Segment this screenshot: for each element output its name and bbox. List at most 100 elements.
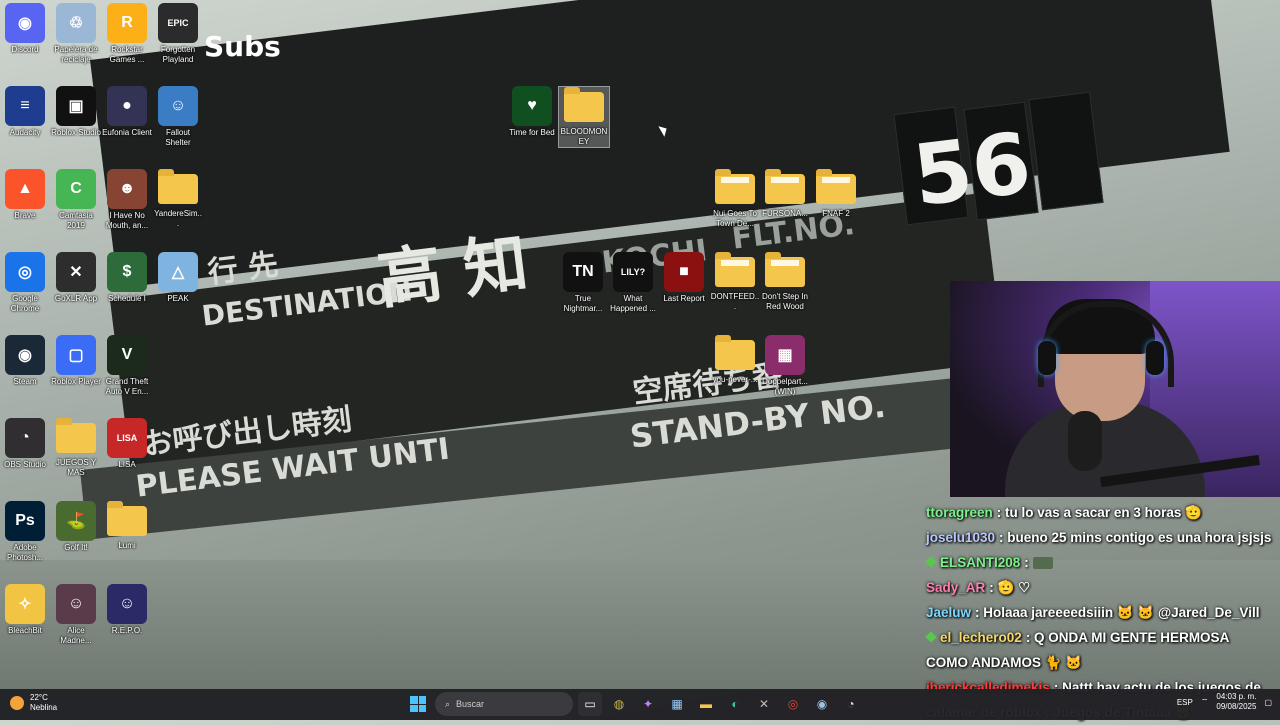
desktop-icon-label: Lumi: [118, 541, 136, 550]
taskbar-search-box[interactable]: ⌕ Buscar: [435, 692, 573, 716]
desktop-icon[interactable]: ☻ I Have No Mouth, an...: [102, 169, 152, 231]
desktop-icon-label: Rockstar Games ...: [109, 45, 145, 64]
language-indicator[interactable]: ESP: [1177, 698, 1193, 707]
desktop-icon[interactable]: ▦ Doppelpart... (WIN): [760, 335, 810, 397]
app-icon: ♲: [56, 3, 96, 43]
desktop-icon[interactable]: ✕ GoXLR App: [51, 252, 101, 304]
app-icon: ▣: [56, 86, 96, 126]
desktop-icon[interactable]: ✧ BleachBit: [0, 584, 50, 636]
clock-time: 04:03 p. m.: [1216, 692, 1257, 701]
desktop-icon-label: Nui Goes To Town De...: [713, 209, 757, 228]
desktop-icon[interactable]: Don't Step In Red Wood: [760, 252, 810, 312]
desktop-icon[interactable]: ☺ Alice Madne...: [51, 584, 101, 646]
app-icon: LISA: [107, 418, 147, 458]
desktop-icon[interactable]: ▲ Brave: [0, 169, 50, 221]
app-icon: $: [107, 252, 147, 292]
desktop-icon[interactable]: FNAF 2: [811, 169, 861, 219]
desktop-icon[interactable]: C Camtasia 2019: [51, 169, 101, 231]
desktop-icon[interactable]: ▢ Roblox Player: [51, 335, 101, 387]
desktop-icon-label: Camtasia 2019: [59, 211, 93, 230]
desktop-icon[interactable]: Nui Goes To Town De...: [710, 169, 760, 229]
copilot-icon[interactable]: ✦: [636, 692, 660, 716]
start-button[interactable]: [406, 692, 430, 716]
desktop-icon[interactable]: YandereSim...: [153, 169, 203, 229]
wifi-icon[interactable]: ⌔: [1201, 697, 1209, 707]
app-icon: ▢: [56, 335, 96, 375]
desktop-icon[interactable]: ◔ OBS Studio: [0, 418, 50, 470]
app-icon: ☺: [56, 584, 96, 624]
desktop-icon[interactable]: LILY? What Happened ...: [608, 252, 658, 314]
app-icon: ☻: [107, 169, 147, 209]
desktop-icon-label: OBS Studio: [4, 460, 46, 469]
desktop-icon[interactable]: ≡ Audacity: [0, 86, 50, 138]
file-explorer-icon[interactable]: ▬: [694, 692, 718, 716]
desktop-icon[interactable]: TN True Nightmar...: [558, 252, 608, 314]
desktop-icon[interactable]: △ PEAK: [153, 252, 203, 304]
app-icon: ⛳: [56, 501, 96, 541]
desktop-icon-label: GoXLR App: [54, 294, 98, 303]
desktop-icon[interactable]: V Grand Theft Auto V En...: [102, 335, 152, 397]
subscriber-badge-icon: [925, 631, 937, 643]
desktop-icon-label: you-never-...: [712, 375, 758, 384]
app-icon: ✕: [56, 252, 96, 292]
webcam-overlay: [950, 281, 1280, 497]
desktop-icon-label: Roblox Studio: [51, 128, 101, 137]
desktop-icon-label: BLOODMONEY: [560, 127, 608, 146]
chat-message: el_lechero02: Q ONDA MI GENTE HERMOSA: [925, 625, 1280, 650]
chrome-taskbar-icon[interactable]: ◎: [781, 692, 805, 716]
desktop-icon[interactable]: $ Schedule I: [102, 252, 152, 304]
widgets-icon[interactable]: ◍: [607, 692, 631, 716]
desktop-icon[interactable]: ☺ R.E.P.O.: [102, 584, 152, 636]
taskbar-apps: ⌕ Buscar ▭ ◍ ✦ ▦ ▬ ◐ ✕ ◎ ◉ ◔: [406, 692, 863, 716]
folder-icon: [158, 169, 198, 204]
desktop-icon[interactable]: ■ Last Report: [659, 252, 709, 304]
obs-taskbar-icon[interactable]: ◔: [839, 692, 863, 716]
app-icon: LILY?: [613, 252, 653, 292]
desktop-icon[interactable]: LISA LISA: [102, 418, 152, 470]
chat-text: : bueno 25 mins contigo es una hora jsjs…: [999, 530, 1272, 545]
desktop-icon[interactable]: ● Eufonia Client: [102, 86, 152, 138]
weather-condition: Neblina: [30, 703, 58, 712]
desktop-icon[interactable]: JUEGOS Y MAS: [51, 418, 101, 478]
desktop-icon[interactable]: ◎ Google Chrome: [0, 252, 50, 314]
desktop-icon[interactable]: you-never-...: [710, 335, 760, 385]
desktop-icon[interactable]: ◉ Discord: [0, 3, 50, 55]
desktop-icon-label: BleachBit: [8, 626, 42, 635]
app-icon: R: [107, 3, 147, 43]
wallpaper-destination-jp: 行 先: [205, 247, 281, 291]
chat-username: Sady_AR: [926, 580, 986, 595]
task-view-icon[interactable]: ▭: [578, 692, 602, 716]
wallpaper-flt-value: 56: [908, 113, 1036, 226]
desktop-icon[interactable]: Lumi: [102, 501, 152, 551]
desktop-icon[interactable]: Ps Adobe Photosh...: [0, 501, 50, 563]
desktop-icon[interactable]: ☺ Fallout Shelter: [153, 86, 203, 148]
desktop-icon[interactable]: DONTFEED...: [710, 252, 760, 312]
taskbar: 22°C Neblina ⌕ Buscar ▭ ◍ ✦ ▦ ▬ ◐ ✕ ◎ ◉ …: [0, 689, 1280, 720]
desktop-icon[interactable]: BLOODMONEY: [558, 86, 610, 148]
weather-sun-icon: [10, 696, 24, 710]
app-icon: ✧: [5, 584, 45, 624]
desktop-icon-label: PEAK: [167, 294, 189, 303]
desktop-icon[interactable]: ◉ Steam: [0, 335, 50, 387]
desktop-icon[interactable]: ⛳ Golf It!: [51, 501, 101, 553]
weather-widget[interactable]: 22°C Neblina: [10, 693, 57, 713]
desktop-icon[interactable]: EPIC Forgotten Playland: [153, 3, 203, 65]
wallpaper-city-jp: 高 知: [373, 226, 533, 319]
desktop-icon[interactable]: FURSONA...: [760, 169, 810, 219]
desktop-icon[interactable]: ▣ Roblox Studio: [51, 86, 101, 138]
app-icon: ♥: [512, 86, 552, 126]
desktop-icon[interactable]: ♥ Time for Bed: [507, 86, 557, 138]
desktop-icon-label: YandereSim...: [154, 209, 202, 228]
microsoft-store-icon[interactable]: ▦: [665, 692, 689, 716]
edge-browser-icon[interactable]: ◐: [723, 692, 747, 716]
desktop-icon-label: Adobe Photosh...: [6, 543, 44, 562]
app-icon: ≡: [5, 86, 45, 126]
desktop-icon[interactable]: R Rockstar Games ...: [102, 3, 152, 65]
app-icon: V: [107, 335, 147, 375]
steam-taskbar-icon[interactable]: ◉: [810, 692, 834, 716]
desktop-icon-label: DONTFEED...: [710, 292, 760, 311]
notifications-icon[interactable]: ▢: [1264, 698, 1272, 707]
desktop-icon[interactable]: ♲ Papelera de reciclaje: [51, 3, 101, 65]
goxlr-taskbar-icon[interactable]: ✕: [752, 692, 776, 716]
clock[interactable]: 04:03 p. m. 09/08/2025: [1216, 692, 1256, 712]
